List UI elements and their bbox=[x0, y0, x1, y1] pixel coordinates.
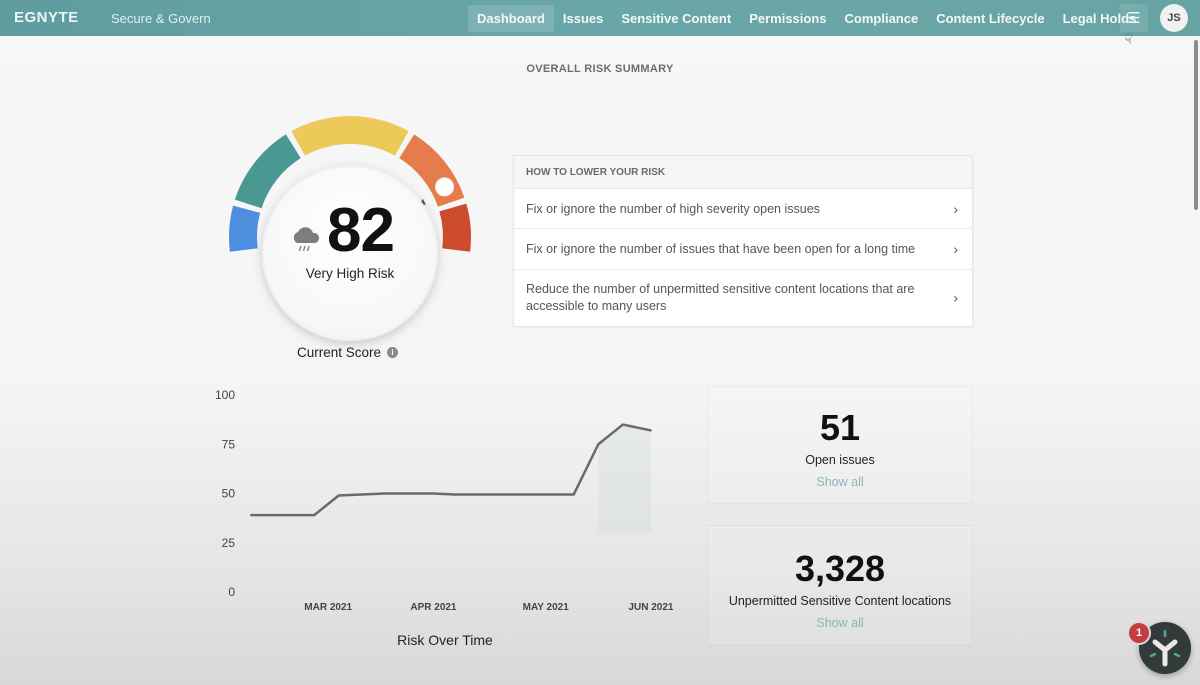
lower-risk-header: HOW TO LOWER YOUR RISK bbox=[514, 156, 972, 189]
pointer-cursor-icon: ☟ bbox=[1124, 31, 1133, 47]
y-tick-label: 50 bbox=[222, 487, 236, 501]
main-nav: Dashboard Issues Sensitive Content Permi… bbox=[468, 4, 1145, 32]
tip-label: Reduce the number of unpermitted sensiti… bbox=[526, 282, 915, 313]
y-tick-label: 100 bbox=[215, 388, 235, 402]
risk-level-label: Very High Risk bbox=[305, 266, 395, 281]
data-point[interactable] bbox=[572, 493, 575, 496]
highlight-area bbox=[598, 424, 651, 532]
chevron-right-icon: › bbox=[953, 289, 958, 306]
open-issues-show-all-link[interactable]: Show all bbox=[708, 475, 972, 489]
nav-issues[interactable]: Issues bbox=[554, 5, 612, 32]
nav-compliance[interactable]: Compliance bbox=[836, 5, 928, 32]
chevron-right-icon: › bbox=[953, 241, 958, 257]
data-point[interactable] bbox=[597, 443, 600, 446]
nav-permissions[interactable]: Permissions bbox=[740, 5, 835, 32]
x-tick-label: JUN 2021 bbox=[628, 602, 673, 613]
user-avatar[interactable]: JS bbox=[1160, 4, 1188, 32]
data-point[interactable] bbox=[649, 429, 652, 432]
risk-score-value: 82 bbox=[327, 196, 395, 265]
hamburger-menu-button[interactable]: ☰ bbox=[1120, 4, 1148, 32]
nav-sensitive-content[interactable]: Sensitive Content bbox=[612, 5, 740, 32]
y-tick-label: 0 bbox=[228, 585, 235, 599]
tip-label: Fix or ignore the number of high severit… bbox=[526, 201, 820, 216]
section-title: OVERALL RISK SUMMARY bbox=[526, 63, 674, 75]
top-navigation-bar: EGNYTE Secure & Govern Dashboard Issues … bbox=[0, 0, 1200, 36]
nav-dashboard[interactable]: Dashboard bbox=[468, 4, 554, 32]
data-point[interactable] bbox=[337, 494, 340, 497]
notification-badge: 1 bbox=[1127, 621, 1151, 645]
tip-item[interactable]: Reduce the number of unpermitted sensiti… bbox=[514, 270, 972, 326]
y-tick-label: 25 bbox=[222, 536, 236, 550]
gauge-segment-low bbox=[229, 205, 261, 252]
gauge-segment-medium bbox=[291, 116, 409, 156]
app-name: Secure & Govern bbox=[111, 11, 211, 26]
data-point[interactable] bbox=[453, 493, 456, 496]
info-icon[interactable]: i bbox=[387, 347, 399, 358]
unpermitted-content-show-all-link[interactable]: Show all bbox=[708, 616, 972, 630]
egnyte-logo[interactable]: EGNYTE bbox=[14, 9, 79, 26]
data-point[interactable] bbox=[313, 514, 316, 517]
open-issues-label: Open issues bbox=[805, 453, 875, 467]
nav-content-lifecycle[interactable]: Content Lifecycle bbox=[927, 5, 1053, 32]
y-tick-label: 75 bbox=[222, 437, 236, 451]
current-score-caption: Current Score i bbox=[297, 345, 399, 360]
current-score-label: Current Score bbox=[297, 345, 382, 360]
open-issues-card: 51 Open issues Show all bbox=[707, 386, 973, 504]
unpermitted-content-card: 3,328 Unpermitted Sensitive Content loca… bbox=[707, 525, 973, 645]
data-point[interactable] bbox=[383, 492, 386, 495]
open-issues-count: 51 bbox=[819, 407, 861, 448]
gauge-segment-very-high bbox=[439, 203, 471, 252]
gauge-indicator bbox=[435, 177, 455, 197]
x-tick-label: APR 2021 bbox=[410, 602, 457, 613]
risk-over-time-chart: 0 25 50 75 100 MAR 2021 APR 2021 MAY 2021 JUN 20… bbox=[215, 388, 674, 613]
risk-line bbox=[251, 423, 652, 517]
unpermitted-content-count: 3,328 bbox=[794, 548, 886, 589]
rain-cloud-icon bbox=[290, 225, 322, 260]
chart-title: Risk Over Time bbox=[397, 632, 493, 648]
x-tick-label: MAR 2021 bbox=[304, 602, 352, 613]
lower-risk-card: HOW TO LOWER YOUR RISK Fix or ignore the… bbox=[513, 155, 973, 327]
data-point[interactable] bbox=[250, 514, 252, 517]
data-point[interactable] bbox=[432, 492, 435, 495]
chevron-right-icon: › bbox=[953, 200, 958, 217]
tip-item[interactable]: Fix or ignore the number of high severit… bbox=[514, 189, 972, 229]
x-tick-label: MAY 2021 bbox=[523, 602, 570, 613]
hamburger-icon: ☰ bbox=[1127, 10, 1141, 27]
unpermitted-content-label: Unpermitted Sensitive Content locations bbox=[728, 594, 952, 608]
data-point[interactable] bbox=[621, 423, 624, 426]
tip-label: Fix or ignore the number of issues that … bbox=[526, 242, 916, 256]
tip-item[interactable]: Fix or ignore the number of issues that … bbox=[514, 229, 972, 270]
